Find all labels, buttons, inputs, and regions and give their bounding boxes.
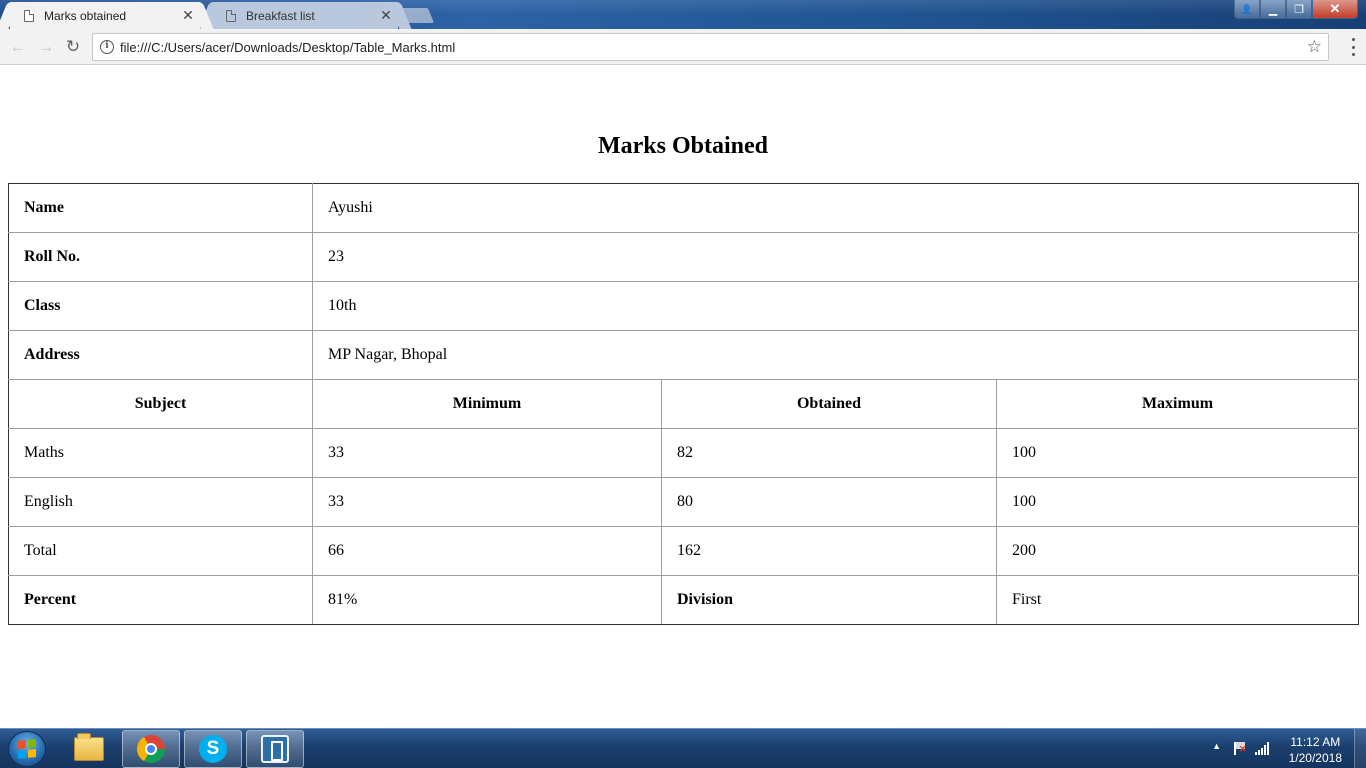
forward-button[interactable]: →	[36, 37, 56, 57]
header-obtained: Obtained	[661, 379, 997, 429]
division-label: Division	[661, 575, 997, 625]
clock[interactable]: 11:12 AM 1/20/2018	[1289, 734, 1342, 766]
header-minimum: Minimum	[312, 379, 662, 429]
windows-logo-icon	[18, 739, 36, 759]
address-value: MP Nagar, Bhopal	[311, 330, 1360, 380]
table-row: Address MP Nagar, Bhopal	[8, 330, 1360, 380]
show-hidden-icons[interactable]: ▲	[1212, 741, 1221, 751]
browser-title-bar: Marks obtained ✕ Breakfast list ✕ 👤 ▁ ❐ …	[0, 0, 1366, 29]
info-icon[interactable]: i	[100, 40, 114, 54]
taskbar-app[interactable]	[246, 730, 304, 768]
marks-table: Name Ayushi Roll No. 23 Class 10th Addre…	[8, 183, 1360, 625]
table-row: Name Ayushi	[8, 183, 1360, 233]
percent-value: 81%	[312, 575, 662, 625]
tab-marks-obtained[interactable]: Marks obtained ✕	[10, 2, 200, 29]
page-icon	[24, 9, 34, 22]
tab-title: Marks obtained	[44, 8, 127, 23]
page-title: Marks Obtained	[597, 133, 768, 159]
tab-title: Breakfast list	[246, 8, 315, 23]
class-label: Class	[8, 281, 313, 331]
name-label: Name	[8, 183, 313, 233]
maximum-cell: 200	[995, 526, 1360, 576]
skype-icon: S	[199, 735, 227, 763]
table-row: Total 66 162 200	[8, 526, 1360, 576]
table-row: Class 10th	[8, 281, 1360, 331]
url-text[interactable]: file:///C:/Users/acer/Downloads/Desktop/…	[120, 40, 455, 55]
obtained-cell: 80	[661, 477, 997, 527]
minimum-cell: 66	[312, 526, 662, 576]
division-value: First	[995, 575, 1360, 625]
page-content: Marks Obtained Name Ayushi Roll No. 23 C…	[0, 66, 1366, 728]
user-profile-button[interactable]: 👤	[1234, 0, 1260, 19]
minimum-cell: 33	[312, 428, 662, 478]
roll-no-value: 23	[311, 232, 1360, 282]
start-button[interactable]	[8, 731, 46, 767]
percent-label: Percent	[8, 575, 313, 625]
header-maximum: Maximum	[995, 379, 1360, 429]
header-row: Subject Minimum Obtained Maximum	[8, 379, 1360, 429]
window-controls: 👤 ▁ ❐ ✕	[1234, 0, 1358, 19]
browser-menu-icon[interactable]	[1352, 38, 1356, 56]
subject-cell: English	[8, 477, 313, 527]
close-tab-icon[interactable]: ✕	[180, 7, 196, 24]
tab-breakfast-list[interactable]: Breakfast list ✕	[212, 2, 398, 29]
show-desktop-button[interactable]	[1354, 729, 1366, 768]
subject-cell: Maths	[8, 428, 313, 478]
table-row: English 33 80 100	[8, 477, 1360, 527]
windows-taskbar: S ▲ 11:12 AM 1/20/2018	[0, 728, 1366, 768]
app-icon	[261, 735, 289, 763]
user-icon: 👤	[1241, 3, 1253, 14]
name-value: Ayushi	[311, 183, 1360, 233]
chrome-icon	[137, 735, 165, 763]
maximum-cell: 100	[995, 477, 1360, 527]
obtained-cell: 82	[661, 428, 997, 478]
clock-date: 1/20/2018	[1288, 751, 1342, 765]
browser-toolbar: ← → ↻ i file:///C:/Users/acer/Downloads/…	[0, 29, 1366, 65]
bookmark-star-icon[interactable]: ☆	[1307, 37, 1322, 57]
minimize-button[interactable]: ▁	[1260, 0, 1286, 19]
taskbar-chrome[interactable]	[122, 730, 180, 768]
class-value: 10th	[311, 281, 1360, 331]
reload-button[interactable]: ↻	[63, 37, 83, 57]
header-subject: Subject	[8, 379, 313, 429]
network-signal-icon[interactable]	[1255, 741, 1271, 755]
taskbar-skype[interactable]: S	[184, 730, 242, 768]
address-label: Address	[8, 330, 313, 380]
taskbar-file-explorer[interactable]	[60, 730, 118, 768]
table-row: Roll No. 23	[8, 232, 1360, 282]
table-row: Maths 33 82 100	[8, 428, 1360, 478]
summary-row: Percent 81% Division First	[8, 575, 1360, 625]
restore-button[interactable]: ❐	[1286, 0, 1312, 19]
minimum-cell: 33	[312, 477, 662, 527]
clock-time: 11:12 AM	[1290, 735, 1341, 749]
obtained-cell: 162	[661, 526, 997, 576]
roll-no-label: Roll No.	[8, 232, 313, 282]
close-icon: ✕	[1329, 1, 1341, 16]
page-icon	[226, 9, 236, 22]
maximum-cell: 100	[995, 428, 1360, 478]
folder-icon	[74, 733, 104, 761]
action-center-flag-icon[interactable]	[1234, 742, 1247, 755]
subject-cell: Total	[8, 526, 313, 576]
restore-icon: ❐	[1294, 3, 1304, 16]
address-bar[interactable]: i file:///C:/Users/acer/Downloads/Deskto…	[92, 33, 1329, 61]
close-tab-icon[interactable]: ✕	[378, 7, 394, 24]
minimize-icon: ▁	[1268, 3, 1278, 16]
close-window-button[interactable]: ✕	[1312, 0, 1358, 19]
system-tray: ▲ 11:12 AM 1/20/2018	[1166, 729, 1366, 768]
back-button[interactable]: ←	[8, 37, 28, 57]
